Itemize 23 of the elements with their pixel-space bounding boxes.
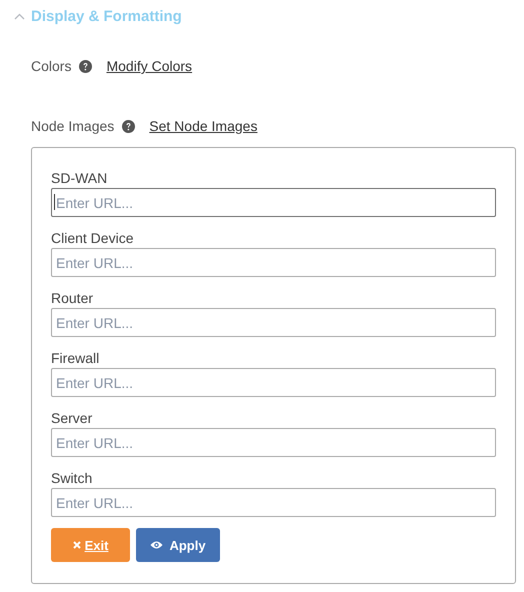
close-icon bbox=[72, 541, 81, 549]
setting-label: Colors bbox=[31, 58, 72, 74]
setting-label: Node Images bbox=[31, 118, 114, 134]
url-field[interactable]: Enter URL... bbox=[51, 428, 496, 457]
url-field[interactable]: Enter URL... bbox=[51, 248, 496, 277]
exit-button[interactable]: Exit bbox=[51, 528, 130, 562]
setting-link[interactable]: Modify Colors bbox=[106, 58, 192, 74]
url-field[interactable]: Enter URL... bbox=[51, 308, 496, 337]
field-label: Router bbox=[51, 289, 94, 308]
url-field[interactable]: Enter URL... bbox=[51, 188, 496, 217]
field-label: Client Device bbox=[51, 229, 134, 248]
apply-button[interactable]: Apply bbox=[136, 528, 220, 562]
url-field[interactable]: Enter URL... bbox=[51, 488, 496, 517]
field-label: Server bbox=[51, 409, 94, 428]
text-cursor bbox=[54, 194, 55, 210]
setting-link[interactable]: Set Node Images bbox=[149, 118, 258, 134]
field-label: Firewall bbox=[51, 349, 100, 368]
help-icon[interactable] bbox=[122, 120, 136, 132]
field-label: Switch bbox=[51, 469, 94, 488]
help-icon[interactable] bbox=[79, 60, 92, 72]
eye-icon bbox=[150, 541, 164, 549]
field-label: SD-WAN bbox=[51, 169, 108, 188]
url-field[interactable]: Enter URL... bbox=[51, 368, 496, 397]
